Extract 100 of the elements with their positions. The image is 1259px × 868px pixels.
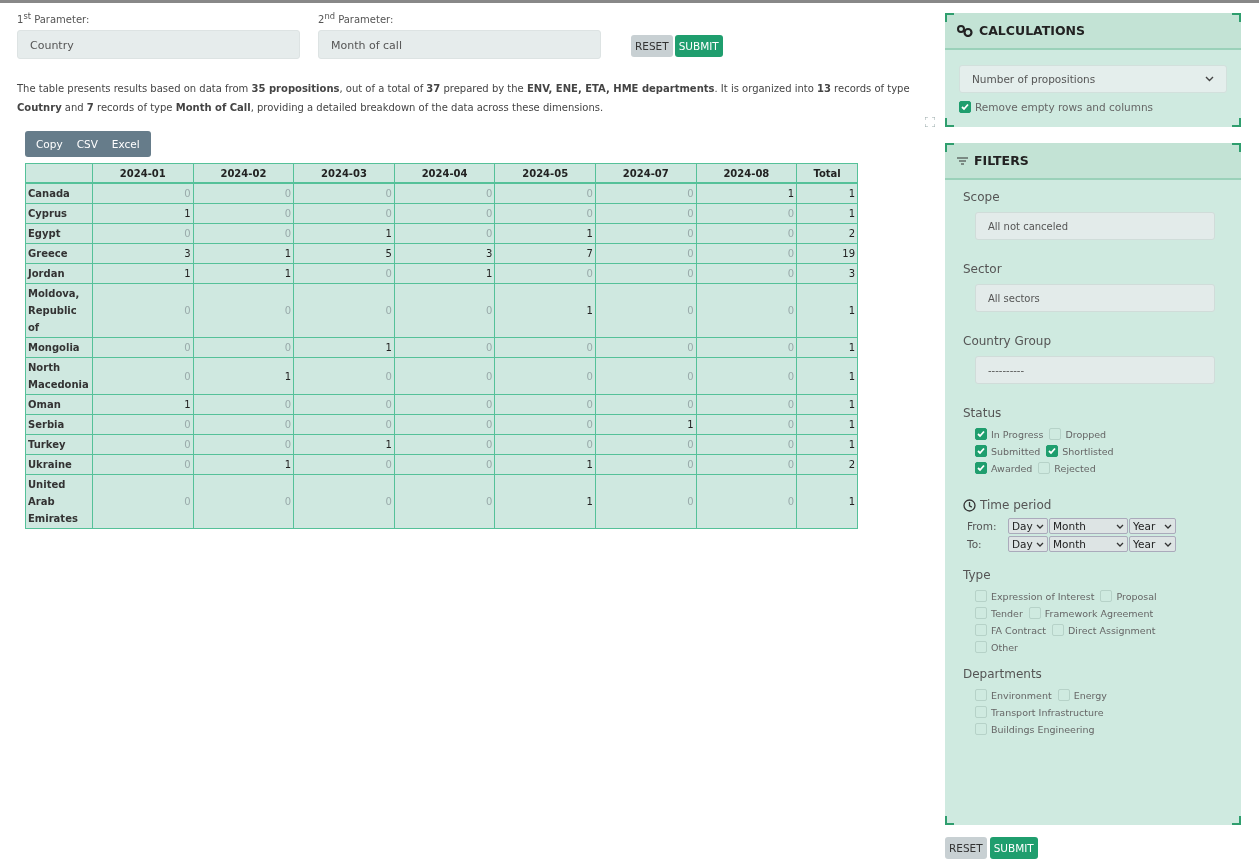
table-cell: 0 [696, 203, 797, 224]
table-cell: 1 [796, 357, 858, 395]
checkbox-label: Direct Assignment [1068, 624, 1156, 636]
summary-text: The table presents results based on data from 35 propositions, out of a total of 37 prepared by the ENV, ENE, ETA, HME departments. It is organized into 13 records of type Coutnry and 7 records of type Month of Call, providing a detailed breakdown of the data across these dimensions. [17, 82, 911, 116]
date-select[interactable]: Month [1049, 518, 1128, 534]
checkbox[interactable] [975, 590, 987, 602]
calculation-select[interactable]: Number of propositions [959, 65, 1227, 93]
table-cell: 0 [193, 474, 294, 529]
header-cell [25, 163, 93, 184]
export-button[interactable]: Excel [104, 131, 147, 158]
parameter-field[interactable]: Country [17, 30, 300, 60]
table-cell: 0 [92, 223, 194, 244]
table-cell: 0 [494, 434, 596, 455]
table-cell: 0 [193, 414, 294, 435]
table-cell: 1 [394, 263, 495, 284]
table-cell: 1 [796, 337, 858, 358]
filter-label: Sector [963, 262, 1003, 276]
table-cell: 0 [595, 243, 697, 264]
table-cell: 0 [92, 434, 194, 455]
filter-select[interactable]: ---------- [975, 356, 1215, 384]
column-header: 2024-01 [92, 163, 194, 184]
checkbox[interactable] [975, 607, 987, 619]
table-cell: 1 [293, 434, 395, 455]
filter-select[interactable]: All sectors [975, 284, 1215, 312]
checkbox[interactable] [1049, 428, 1062, 440]
submit-button[interactable]: SUBMIT [989, 837, 1038, 859]
table-cell: 0 [92, 357, 194, 395]
reset-button[interactable]: RESET [631, 35, 673, 58]
row-header: Cyprus [25, 203, 93, 224]
table-cell: 0 [595, 183, 697, 204]
date-select[interactable]: Day [1008, 518, 1048, 534]
table-cell: 0 [494, 394, 596, 415]
checkbox[interactable] [1028, 607, 1041, 619]
table-cell: 0 [394, 183, 495, 204]
checkbox[interactable] [975, 624, 987, 636]
checkbox[interactable] [975, 689, 987, 701]
checkbox[interactable] [1052, 624, 1064, 636]
row-header: Jordan [25, 263, 93, 284]
row-header: Greece [25, 243, 93, 264]
checkbox-label: Rejected [1054, 462, 1096, 474]
table-cell: 0 [494, 263, 596, 284]
table-cell: 0 [293, 414, 395, 435]
table-cell: 0 [193, 394, 294, 415]
table-cell: 0 [494, 183, 596, 204]
checkbox-label: Other [991, 641, 1018, 653]
export-button[interactable]: Copy [29, 131, 70, 158]
date-select[interactable]: Year [1129, 536, 1176, 552]
checkbox-label: FA Contract [991, 624, 1046, 636]
corner-bracket [945, 816, 954, 825]
row-header: United Arab Emirates [25, 474, 93, 529]
parameter-field[interactable]: Month of call [318, 30, 601, 60]
table-cell: 0 [595, 337, 697, 358]
export-button[interactable]: CSV [69, 131, 105, 158]
checkbox[interactable] [975, 723, 987, 735]
checkbox-label: Dropped [1065, 428, 1107, 440]
column-header: 2024-05 [494, 163, 596, 184]
checkbox[interactable] [1038, 462, 1051, 474]
checkbox[interactable] [975, 445, 987, 457]
table-cell: 0 [293, 263, 395, 284]
checkbox[interactable] [975, 428, 987, 440]
fullscreen-icon[interactable] [925, 117, 935, 128]
table-cell: 0 [595, 263, 697, 284]
table-cell: 1 [796, 474, 858, 529]
table-cell: 1 [92, 394, 194, 415]
table-cell: 1 [494, 283, 596, 338]
chevron-icon [1164, 523, 1172, 529]
checkbox[interactable] [1046, 445, 1059, 457]
table-cell: 1 [494, 223, 596, 244]
table-cell: 0 [394, 414, 495, 435]
checkbox-label: Submitted [991, 445, 1041, 457]
checkbox[interactable] [959, 101, 971, 113]
checkbox-label: Awarded [991, 462, 1033, 474]
clock-icon [963, 498, 976, 512]
reset-button[interactable]: RESET [945, 837, 987, 859]
filter-select[interactable]: All not canceled [975, 212, 1215, 240]
table-cell: 0 [92, 183, 194, 204]
filter-label: Country Group [963, 334, 1053, 348]
date-select[interactable]: Day [1008, 536, 1048, 552]
table-cell: 0 [193, 183, 294, 204]
gears-icon [957, 24, 973, 37]
table-cell: 0 [595, 203, 697, 224]
date-select[interactable]: Year [1129, 518, 1176, 534]
date-label: From: [966, 520, 998, 532]
checkbox-label: In Progress [991, 428, 1044, 440]
panel-title: CALCULATIONS [979, 23, 1086, 38]
checkbox[interactable] [1100, 590, 1113, 602]
checkbox[interactable] [975, 462, 987, 474]
submit-button[interactable]: SUBMIT [674, 35, 723, 58]
parameter-label: 2$^{nd}$ Parameter: [318, 11, 395, 26]
table-cell: 1 [494, 454, 596, 475]
date-select[interactable]: Month [1049, 536, 1128, 552]
checkbox[interactable] [1057, 689, 1070, 701]
column-header: Total [796, 163, 858, 184]
checkbox[interactable] [975, 641, 987, 653]
chevron-icon [1036, 523, 1044, 529]
table-cell: 0 [394, 223, 495, 244]
table-cell: 0 [193, 434, 294, 455]
checkbox[interactable] [975, 706, 987, 718]
table-cell: 0 [494, 357, 596, 395]
table-cell: 1 [796, 414, 858, 435]
